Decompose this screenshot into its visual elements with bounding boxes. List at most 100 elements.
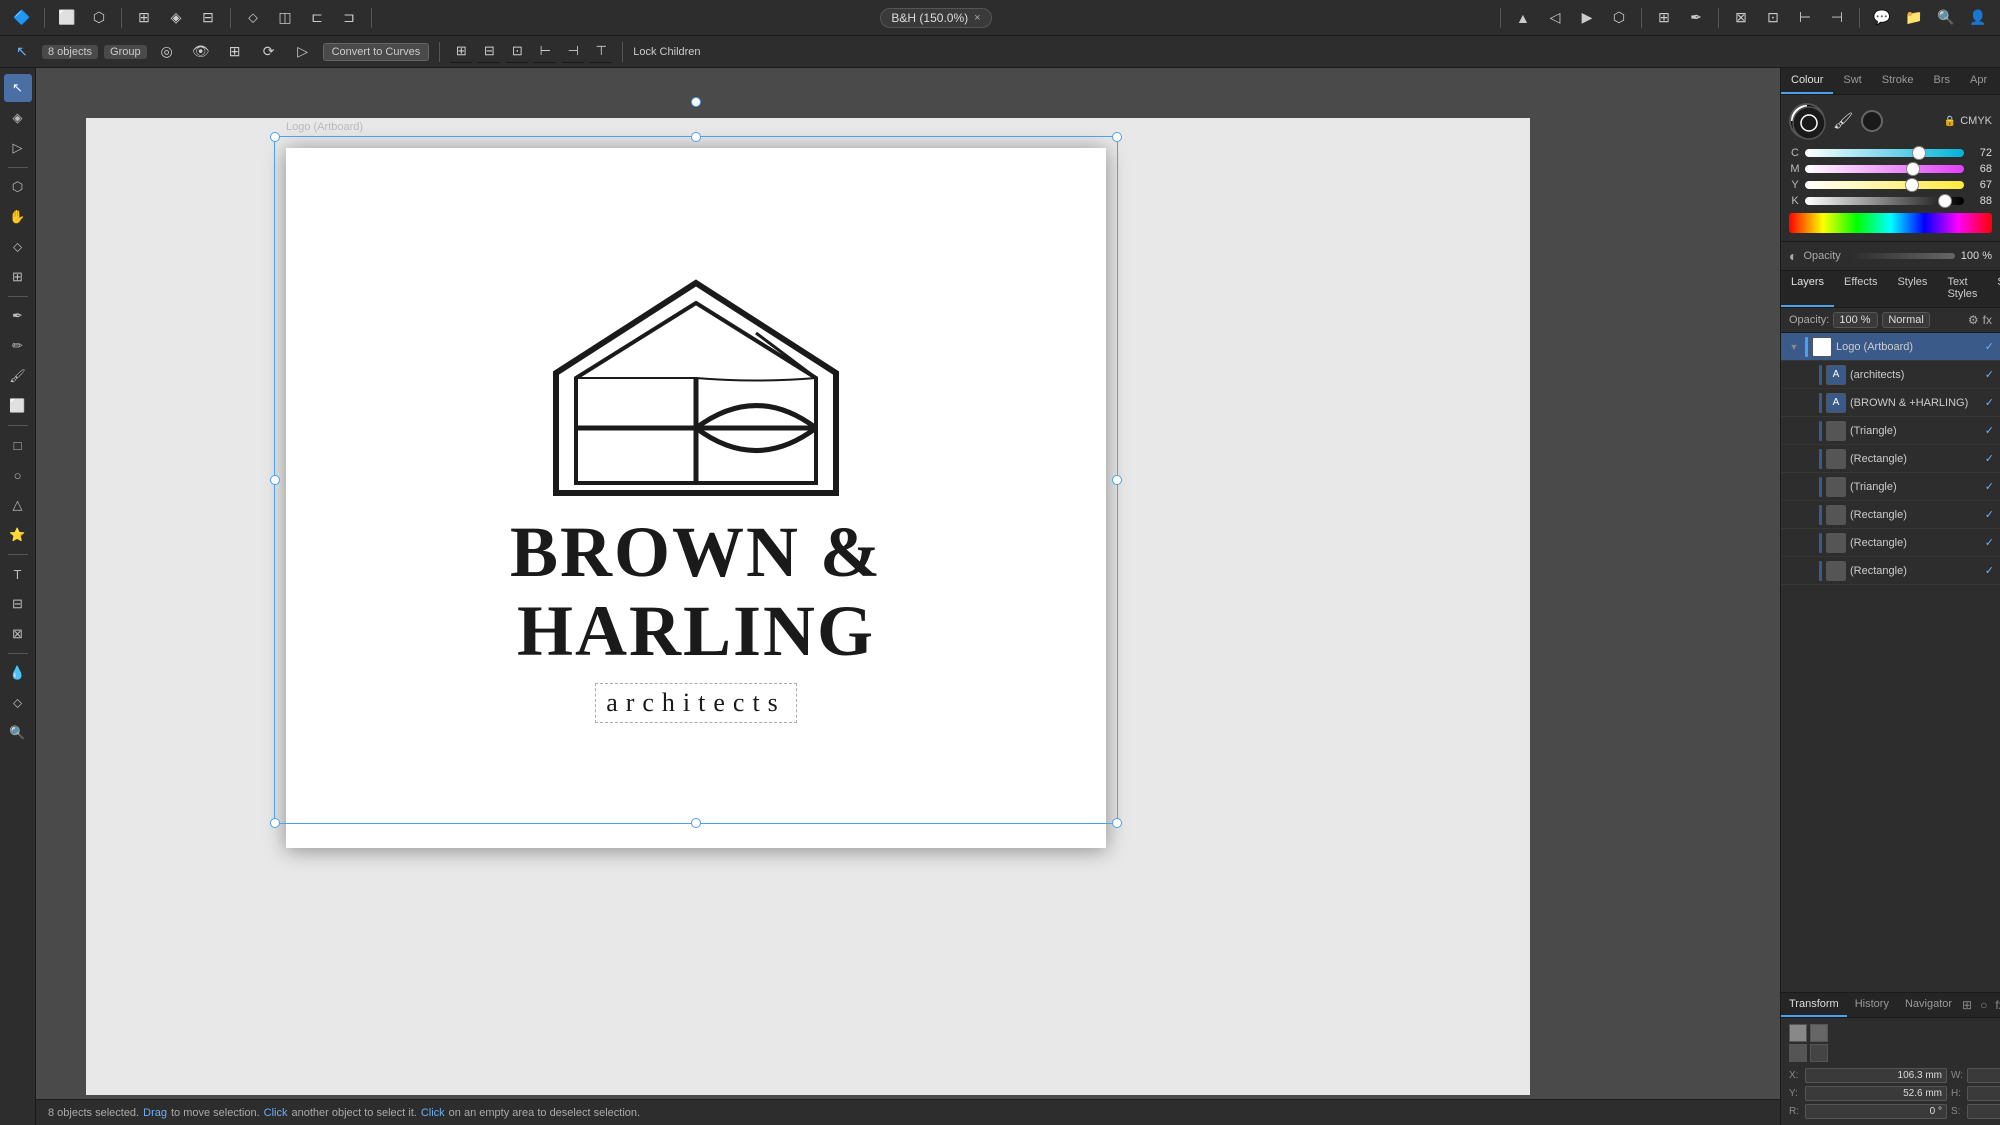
x-input[interactable]	[1805, 1068, 1947, 1083]
close-document-btn[interactable]: ×	[974, 12, 980, 24]
c-thumb[interactable]	[1912, 146, 1926, 160]
insert-icon[interactable]: ▶	[1573, 4, 1601, 32]
bpanel-icon2[interactable]: ○	[1978, 998, 1989, 1012]
layer-check-icon[interactable]: ✓	[1985, 340, 1994, 353]
k-slider[interactable]	[1805, 197, 1964, 205]
arrange-icon4[interactable]: ⊐	[335, 4, 363, 32]
arrange-icon1[interactable]: ⬦	[239, 4, 267, 32]
layer-check-icon[interactable]: ✓	[1985, 424, 1994, 437]
convert-curves-btn[interactable]: Convert to Curves	[323, 43, 430, 61]
layer-item[interactable]: (Triangle)✓	[1781, 417, 2000, 445]
layer-check-icon[interactable]: ✓	[1985, 396, 1994, 409]
rect-tool[interactable]: □	[4, 431, 32, 459]
tab-stroke[interactable]: Stroke	[1872, 68, 1924, 94]
box-select-icon[interactable]: ⊞	[221, 38, 249, 66]
arrange-icon2[interactable]: ◫	[271, 4, 299, 32]
pan-tool[interactable]: ✋	[4, 203, 32, 231]
star-tool[interactable]: ⭐	[4, 521, 32, 549]
pen-icon[interactable]: ✒	[1682, 4, 1710, 32]
y-slider[interactable]	[1805, 181, 1964, 189]
align-ml-icon[interactable]: ⊢	[534, 41, 556, 63]
align-tl-icon[interactable]: ⊞	[450, 41, 472, 63]
grid-icon[interactable]: ⊞	[130, 4, 158, 32]
select-tool[interactable]: ↖	[4, 74, 32, 102]
y-input[interactable]	[1805, 1086, 1947, 1101]
zoom-tool[interactable]: ⬡	[4, 173, 32, 201]
layer-check-icon[interactable]: ✓	[1985, 564, 1994, 577]
layer-check-icon[interactable]: ✓	[1985, 480, 1994, 493]
s-input[interactable]	[1967, 1104, 2000, 1119]
tab-layers[interactable]: Layers	[1781, 271, 1834, 307]
more-icon1[interactable]: ⊣	[1823, 4, 1851, 32]
tab-effects[interactable]: Effects	[1834, 271, 1887, 307]
layers-fx-icon[interactable]: fx	[1983, 313, 1992, 327]
tab-stock[interactable]: Stock	[1987, 271, 2000, 307]
layer-expand-icon[interactable]: ▼	[1787, 340, 1801, 354]
layer-item[interactable]: A(BROWN & +HARLING)✓	[1781, 389, 2000, 417]
nodes-icon[interactable]: ◈	[162, 4, 190, 32]
m-thumb[interactable]	[1906, 162, 1920, 176]
layer-expand-icon[interactable]	[1801, 564, 1815, 578]
color-circle-small[interactable]	[1861, 110, 1883, 132]
triangle-tool[interactable]: △	[4, 491, 32, 519]
search-icon[interactable]: 🔍	[1932, 4, 1960, 32]
layer-expand-icon[interactable]	[1801, 452, 1815, 466]
color-spectrum[interactable]	[1789, 213, 1992, 233]
view-icon[interactable]: ⊡	[1759, 4, 1787, 32]
w-input[interactable]	[1967, 1068, 2000, 1083]
tab-history[interactable]: History	[1847, 993, 1897, 1017]
layer-expand-icon[interactable]	[1801, 480, 1815, 494]
layer-item[interactable]: ▼Logo (Artboard)✓	[1781, 333, 2000, 361]
search-view-tool[interactable]: 🔍	[4, 719, 32, 747]
layer-expand-icon[interactable]	[1801, 424, 1815, 438]
layer-item[interactable]: (Rectangle)✓	[1781, 557, 2000, 585]
h-input[interactable]	[1967, 1086, 2000, 1101]
mask-icon[interactable]: ▲	[1509, 4, 1537, 32]
gradient-tool[interactable]: ⬦	[4, 689, 32, 717]
layer-item[interactable]: (Rectangle)✓	[1781, 529, 2000, 557]
opacity-slider[interactable]	[1851, 253, 1955, 259]
arrange-icon3[interactable]: ⊏	[303, 4, 331, 32]
r-input[interactable]	[1805, 1104, 1947, 1119]
tab-colour[interactable]: Colour	[1781, 68, 1833, 94]
play-icon[interactable]: ▷	[289, 38, 317, 66]
new-icon[interactable]: ⬜	[53, 4, 81, 32]
text-tool[interactable]: T	[4, 560, 32, 588]
tab-apr[interactable]: Apr	[1960, 68, 1997, 94]
brush-icon[interactable]: 🖌	[1833, 111, 1853, 131]
msg-icon[interactable]: 💬	[1868, 4, 1896, 32]
handle-rotate[interactable]	[691, 97, 701, 107]
tab-brs[interactable]: Brs	[1924, 68, 1961, 94]
k-thumb[interactable]	[1938, 194, 1952, 208]
layer-item[interactable]: (Triangle)✓	[1781, 473, 2000, 501]
export-icon[interactable]: ⬡	[1605, 4, 1633, 32]
align-mr-icon[interactable]: ⊤	[590, 41, 612, 63]
layer-expand-icon[interactable]	[1801, 368, 1815, 382]
tab-text-styles[interactable]: Text Styles	[1937, 271, 1987, 307]
blend-mode-select[interactable]: Normal	[1882, 312, 1929, 328]
vector-tool[interactable]: ▷	[4, 134, 32, 162]
brush-tool[interactable]: 🖌	[4, 362, 32, 390]
share-icon[interactable]: ⬡	[85, 4, 113, 32]
frame-tool[interactable]: ⊟	[4, 590, 32, 618]
c-slider[interactable]	[1805, 149, 1964, 157]
target-icon[interactable]: ◎	[153, 38, 181, 66]
layer-check-icon[interactable]: ✓	[1985, 508, 1994, 521]
layer-item[interactable]: (Rectangle)✓	[1781, 501, 2000, 529]
eye-icon[interactable]: 👁	[187, 38, 215, 66]
tab-transform[interactable]: Transform	[1781, 993, 1847, 1017]
layer-check-icon[interactable]: ✓	[1985, 368, 1994, 381]
bpanel-icon1[interactable]: ⊞	[1960, 998, 1974, 1012]
pen-tool[interactable]: ✒	[4, 302, 32, 330]
pixel-icon[interactable]: ⊠	[1727, 4, 1755, 32]
transform-icon[interactable]: ⊟	[194, 4, 222, 32]
layer-expand-icon[interactable]	[1801, 508, 1815, 522]
layer-item[interactable]: A(architects)✓	[1781, 361, 2000, 389]
table-tool[interactable]: ⊠	[4, 620, 32, 648]
tab-navigator[interactable]: Navigator	[1897, 993, 1960, 1017]
layer-expand-icon[interactable]	[1801, 396, 1815, 410]
lock-icon[interactable]: 🔒	[1944, 116, 1956, 127]
user-icon[interactable]: 👤	[1964, 4, 1992, 32]
bpanel-icon3[interactable]: fx	[1993, 998, 2000, 1012]
app-icon[interactable]: 🔷	[8, 4, 36, 32]
